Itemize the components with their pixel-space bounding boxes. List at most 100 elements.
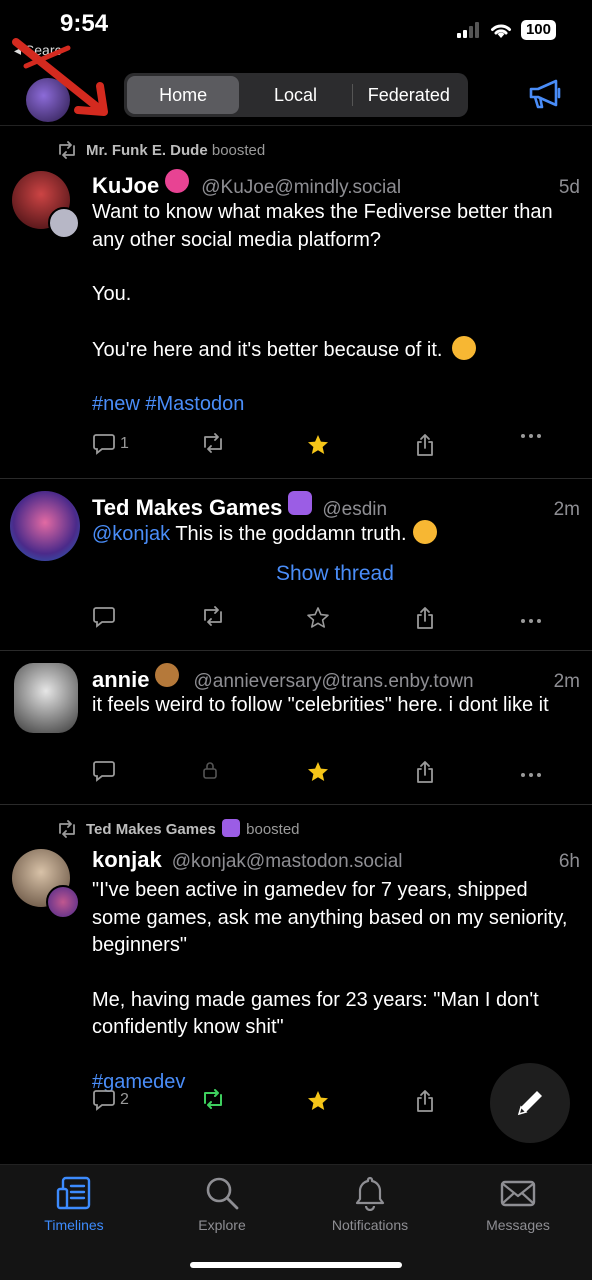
post-time: 2m	[553, 499, 580, 520]
status-post[interactable]: Ted Makes Games @esdin 2m @konjak This i…	[0, 479, 592, 651]
tab-messages[interactable]: Messages	[444, 1175, 592, 1233]
boost-attribution: Ted Makes Games boosted	[56, 819, 300, 838]
post-actions: 2	[92, 1089, 552, 1119]
boost-attribution: Mr. Funk E. Dude boosted	[56, 141, 265, 159]
share-button[interactable]	[414, 1089, 436, 1113]
favourite-button[interactable]	[306, 1089, 330, 1113]
favourite-button[interactable]	[306, 433, 330, 457]
author-name[interactable]: konjak	[92, 847, 162, 873]
author-avatar[interactable]	[10, 491, 80, 561]
tab-label: Timelines	[44, 1217, 104, 1233]
author-handle[interactable]: @esdin	[322, 499, 545, 521]
share-icon	[417, 434, 433, 456]
boost-button[interactable]	[200, 433, 226, 453]
boost-button[interactable]	[200, 1089, 226, 1109]
post-header: Ted Makes Games @esdin 2m	[92, 491, 580, 521]
status-time: 9:54	[60, 10, 109, 37]
author-name[interactable]: KuJoe	[92, 173, 159, 199]
favourite-button[interactable]	[306, 760, 330, 784]
author-avatar[interactable]	[14, 663, 78, 733]
annotation-arrow-icon	[12, 38, 108, 116]
status-post[interactable]: annie @annieversary@trans.enby.town 2m i…	[0, 651, 592, 805]
status-post[interactable]: Mr. Funk E. Dude boosted KuJoe @KuJoe@mi…	[0, 127, 592, 479]
reply-icon	[93, 607, 115, 628]
mention-link[interactable]: @konjak	[92, 523, 170, 545]
boost-active-icon	[204, 1089, 222, 1109]
favourite-button[interactable]	[306, 606, 330, 630]
home-indicator	[190, 1262, 402, 1268]
share-button[interactable]	[414, 760, 436, 784]
share-button[interactable]	[414, 433, 436, 457]
crying-cat-emoji-icon	[412, 520, 437, 544]
post-paragraph: Me, having made games for 23 years: "Man…	[92, 988, 539, 1039]
megaphone-icon[interactable]	[528, 78, 562, 110]
post-header: annie @annieversary@trans.enby.town 2m	[92, 663, 580, 693]
boost-button[interactable]	[200, 606, 226, 626]
author-name[interactable]: Ted Makes Games	[92, 495, 282, 521]
more-button[interactable]	[520, 433, 542, 439]
ellipsis-icon	[521, 773, 541, 777]
bell-icon	[355, 1176, 385, 1211]
wifi-icon	[490, 24, 511, 38]
star-filled-icon	[308, 762, 328, 781]
tab-timelines[interactable]: Timelines	[0, 1175, 148, 1233]
booster-avatar	[46, 885, 80, 919]
post-header: KuJoe @KuJoe@mindly.social 5d	[92, 169, 580, 199]
timeline-feed: Mr. Funk E. Dude boosted KuJoe @KuJoe@mi…	[0, 127, 592, 1165]
reply-icon	[93, 761, 115, 782]
post-content: it feels weird to follow "celebrities" h…	[92, 692, 572, 720]
more-button[interactable]	[520, 772, 542, 778]
post-content: "I've been active in gamedev for 7 years…	[92, 877, 572, 1096]
boosted-label: boosted	[211, 141, 266, 159]
boost-icon	[59, 819, 75, 838]
tab-notifications[interactable]: Notifications	[296, 1175, 444, 1233]
cellular-signal-icon	[456, 22, 479, 38]
segment-federated[interactable]: Federated	[353, 76, 465, 114]
heart-emoji-icon	[165, 169, 190, 193]
author-handle[interactable]: @KuJoe@mindly.social	[201, 177, 551, 199]
boosted-label: boosted	[246, 821, 300, 838]
post-actions	[92, 606, 552, 636]
boost-disabled-button	[202, 760, 218, 780]
share-button[interactable]	[414, 606, 436, 630]
nav-header: Home Local Federated	[0, 38, 592, 126]
tab-label: Explore	[198, 1217, 246, 1233]
reply-button[interactable]	[92, 606, 116, 628]
booster-name[interactable]: Ted Makes Games	[86, 821, 216, 838]
reply-button[interactable]: 2	[92, 1089, 129, 1111]
author-handle[interactable]: @konjak@mastodon.social	[172, 851, 551, 873]
segment-home[interactable]: Home	[127, 76, 240, 114]
author-handle[interactable]: @annieversary@trans.enby.town	[193, 671, 545, 693]
booster-avatar	[48, 207, 80, 239]
segment-local[interactable]: Local	[239, 76, 351, 114]
boost-icon	[204, 606, 222, 626]
reply-button[interactable]: 1	[92, 433, 129, 455]
author-name[interactable]: annie	[92, 667, 149, 693]
star-filled-icon	[308, 1091, 328, 1110]
post-text: This is the goddamn truth.	[175, 523, 407, 545]
reply-icon	[93, 434, 115, 455]
show-thread-link[interactable]: Show thread	[276, 562, 394, 586]
battery-indicator: 100	[520, 20, 556, 40]
reply-count: 2	[120, 1091, 129, 1108]
reply-button[interactable]	[92, 760, 116, 782]
tab-explore[interactable]: Explore	[148, 1175, 296, 1233]
star-outline-icon	[307, 607, 329, 628]
booster-name[interactable]: Mr. Funk E. Dude	[86, 142, 208, 159]
envelope-icon	[500, 1180, 536, 1207]
ellipsis-icon	[521, 619, 541, 623]
post-text: it feels weird to follow "celebrities" h…	[92, 694, 549, 716]
reply-icon	[93, 1090, 115, 1111]
more-button[interactable]	[520, 618, 542, 624]
compose-button[interactable]	[490, 1063, 570, 1143]
status-icons: 100	[456, 20, 556, 40]
hugging-emoji-icon	[452, 335, 477, 360]
star-filled-icon	[308, 435, 328, 454]
wizard-emoji-icon	[288, 491, 313, 515]
reply-count: 1	[120, 435, 129, 452]
post-time: 5d	[558, 177, 580, 198]
hashtags[interactable]: #new #Mastodon	[92, 391, 572, 419]
post-time: 2m	[553, 671, 580, 692]
post-paragraph: You.	[92, 283, 132, 305]
post-paragraph: You're here and it's better because of i…	[92, 338, 443, 361]
